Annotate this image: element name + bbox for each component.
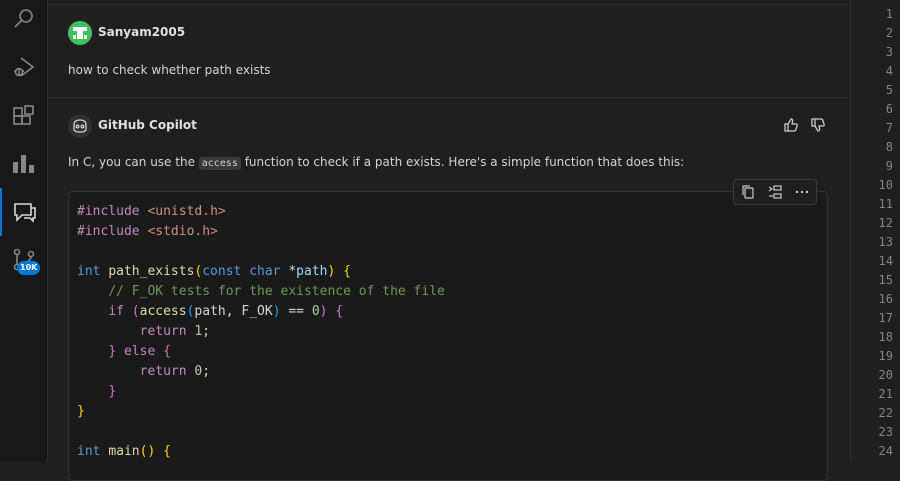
chat-icon[interactable]	[0, 188, 47, 236]
code-line: int main() {	[77, 444, 171, 459]
code-line: return 1;	[139, 324, 211, 339]
extensions-icon[interactable]	[0, 93, 47, 141]
code-line: // F_OK tests for the existence of the f…	[108, 284, 445, 299]
answer-text-before: In C, you can use the	[68, 155, 199, 169]
line-number: 14	[878, 254, 893, 268]
thumbs-down-icon[interactable]	[809, 116, 827, 134]
line-number: 7	[885, 121, 893, 135]
user-question: how to check whether path exists	[68, 63, 271, 77]
copy-icon[interactable]	[738, 182, 758, 202]
line-number: 21	[878, 387, 893, 401]
copilot-avatar	[68, 114, 92, 138]
line-number: 11	[878, 197, 893, 211]
line-number: 19	[878, 349, 893, 363]
line-number: 24	[878, 444, 893, 458]
answer-text-after: function to check if a path exists. Here…	[240, 155, 685, 169]
search-icon[interactable]	[0, 0, 47, 43]
source-control-icon[interactable]	[0, 236, 47, 284]
code-block-toolbar	[733, 179, 817, 205]
code-line: } else {	[108, 344, 171, 359]
code-content: #include <unistd.h> #include <stdio.h> i…	[77, 202, 445, 462]
line-number: 15	[878, 273, 893, 287]
copilot-answer: In C, you can use the access function to…	[68, 155, 685, 170]
line-number: 23	[878, 425, 893, 439]
code-line: #include <stdio.h>	[77, 224, 218, 239]
chart-icon[interactable]	[0, 140, 47, 188]
line-number: 1	[885, 7, 893, 21]
line-number: 18	[878, 330, 893, 344]
code-line: int path_exists(const char *path) {	[77, 264, 351, 279]
insert-at-cursor-icon[interactable]	[765, 182, 785, 202]
user-name: Sanyam2005	[98, 25, 186, 39]
line-number: 8	[885, 140, 893, 154]
line-number: 20	[878, 368, 893, 382]
activity-bar: 10K	[0, 0, 48, 462]
line-number: 12	[878, 216, 893, 230]
answer-inline-code: access	[198, 157, 241, 170]
line-number: 2	[885, 26, 893, 40]
line-number: 17	[878, 311, 893, 325]
user-avatar	[68, 21, 92, 45]
line-number: 4	[885, 64, 893, 78]
line-number: 9	[885, 159, 893, 173]
line-number: 3	[885, 45, 893, 59]
line-number: 22	[878, 406, 893, 420]
code-line: if (access(path, F_OK) == 0) {	[108, 304, 344, 319]
line-number: 16	[878, 292, 893, 306]
run-debug-icon[interactable]	[0, 43, 47, 91]
source-control-badge: 10K	[17, 261, 41, 275]
line-number: 10	[878, 178, 893, 192]
code-line: return 0;	[139, 364, 211, 379]
line-number-gutter: 1 2 3 4 5 6 7 8 9 10 11 12 13 14 15 16 17 18 19 20 21 22 23 24	[850, 0, 900, 462]
code-line: }	[108, 384, 117, 399]
line-number: 5	[885, 83, 893, 97]
code-line: #include <unistd.h>	[77, 204, 226, 219]
line-number: 6	[885, 102, 893, 116]
line-number: 13	[878, 235, 893, 249]
copilot-name: GitHub Copilot	[98, 118, 197, 132]
more-actions-icon[interactable]	[792, 182, 812, 202]
message-divider	[48, 97, 849, 98]
thumbs-up-icon[interactable]	[782, 116, 800, 134]
top-divider	[48, 4, 849, 5]
chat-panel: Sanyam2005 how to check whether path exi…	[48, 0, 849, 481]
code-line: }	[77, 404, 85, 419]
